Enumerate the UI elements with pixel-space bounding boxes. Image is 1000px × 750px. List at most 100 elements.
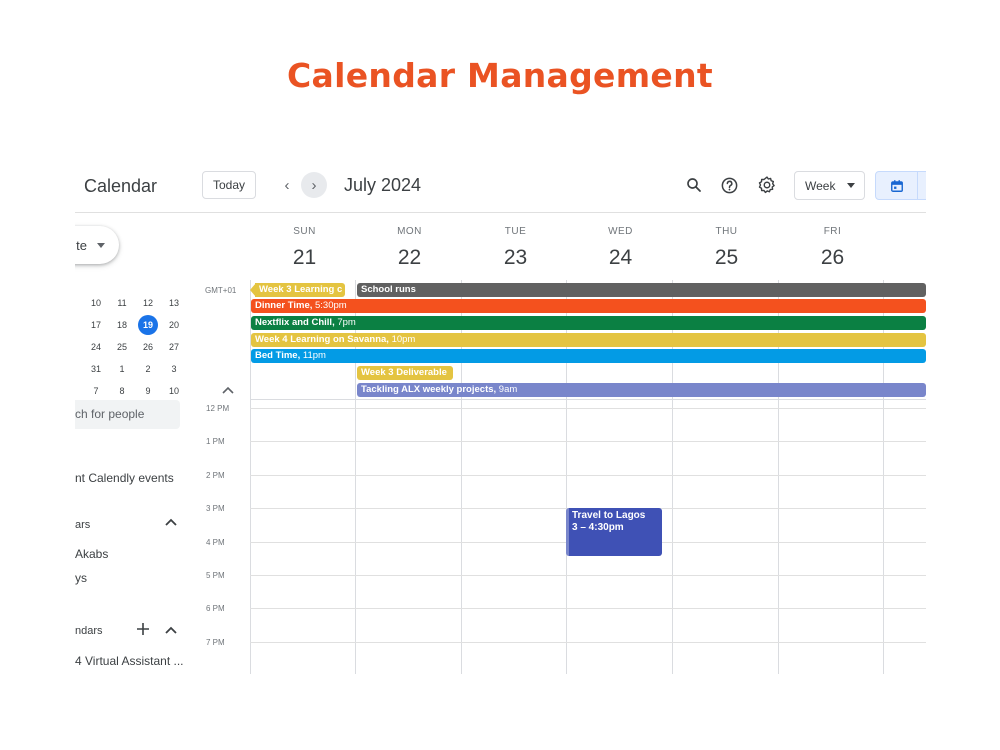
day-date: 21 — [292, 246, 317, 269]
mini-calendar-day[interactable]: 3 — [161, 358, 187, 380]
mini-calendar-day[interactable]: 10 — [83, 292, 109, 314]
event-time: 11pm — [300, 350, 326, 361]
mini-calendar-day[interactable]: 10 — [161, 380, 187, 402]
mini-calendar: 10 11 12 13 17 18 19 20 24 25 26 27 31 1 2 3 7 8 9 10 — [83, 292, 187, 402]
day-name: MON — [397, 226, 422, 237]
mini-calendar-day-number: 11 — [117, 298, 127, 308]
header-divider — [75, 212, 926, 213]
event-title: Week 4 Learning on Savanna, — [255, 334, 389, 345]
day-date: 23 — [503, 246, 528, 269]
calendar-icon — [890, 179, 903, 192]
all-day-event[interactable]: Week 4 Learning on Savanna, 10pm — [251, 333, 926, 347]
hour-label: 5 PM — [206, 571, 225, 580]
day-column-header[interactable]: SUN 21 — [252, 226, 357, 270]
mini-calendar-day-number: 9 — [145, 386, 151, 396]
mini-calendar-day[interactable]: 17 — [83, 314, 109, 336]
mini-calendar-day-number: 7 — [93, 386, 99, 396]
mini-calendar-day[interactable]: 13 — [161, 292, 187, 314]
mini-calendar-day[interactable]: 31 — [83, 358, 109, 380]
mini-calendar-day[interactable]: 20 — [161, 314, 187, 336]
mini-calendar-day[interactable]: 11 — [109, 292, 135, 314]
mini-calendar-day[interactable]: 24 — [83, 336, 109, 358]
all-day-event[interactable]: Tackling ALX weekly projects, 9am — [357, 383, 926, 397]
mini-calendar-day[interactable]: 19 — [135, 314, 161, 336]
event-title: Travel to Lagos — [572, 510, 646, 521]
day-name: WED — [608, 226, 633, 237]
mini-calendar-day[interactable]: 1 — [109, 358, 135, 380]
event-title: Dinner Time, — [255, 300, 313, 311]
mini-calendar-day-number: 31 — [90, 364, 101, 374]
gear-icon — [758, 176, 775, 194]
mini-calendar-day-number: 13 — [168, 298, 179, 308]
day-column-header[interactable]: MON 22 — [357, 226, 462, 270]
mini-calendar-week: 17 18 19 20 — [83, 314, 187, 336]
calendly-events-link[interactable]: nt Calendly events — [75, 471, 174, 485]
view-select-label: Week — [805, 178, 836, 193]
create-button-label: te — [76, 237, 87, 253]
help-button[interactable] — [718, 174, 740, 196]
day-column-header[interactable]: WED 24 — [568, 226, 673, 270]
mini-calendar-day[interactable]: 27 — [161, 336, 187, 358]
all-day-event[interactable]: Week 3 Learning c — [255, 283, 345, 297]
calendar-item[interactable]: ys — [75, 571, 87, 585]
hour-gridline — [250, 441, 926, 442]
calendar-item[interactable]: Akabs — [75, 547, 108, 561]
day-date: 25 — [714, 246, 739, 269]
mini-calendar-day-number: 25 — [116, 342, 127, 352]
calendar-view-button[interactable] — [876, 172, 917, 199]
all-day-event[interactable]: Nextflix and Chill, 7pm — [251, 316, 926, 330]
settings-button[interactable] — [756, 174, 778, 196]
calendar-item[interactable]: 4 Virtual Assistant ... — [75, 654, 184, 668]
mini-calendar-day[interactable]: 25 — [109, 336, 135, 358]
continues-left-icon — [250, 283, 256, 297]
chevron-up-icon[interactable] — [165, 518, 177, 526]
day-column-header[interactable]: FRI 26 — [780, 226, 885, 270]
mini-calendar-day-number: 1 — [119, 364, 125, 374]
chevron-left-icon: ‹ — [284, 176, 290, 194]
mini-calendar-week: 10 11 12 13 — [83, 292, 187, 314]
previous-week-button[interactable]: ‹ — [274, 172, 300, 198]
chevron-up-icon[interactable] — [165, 626, 177, 634]
event-time: 3 – 4:30pm — [572, 522, 624, 533]
mini-calendar-day-number: 24 — [90, 342, 101, 352]
mini-calendar-day[interactable]: 2 — [135, 358, 161, 380]
all-day-event[interactable]: Week 3 Deliverable — [357, 366, 453, 380]
mini-calendar-day[interactable]: 7 — [83, 380, 109, 402]
all-day-divider — [250, 399, 926, 400]
day-date: 24 — [608, 246, 633, 269]
hour-label: 1 PM — [206, 437, 225, 446]
mini-calendar-day[interactable]: 8 — [109, 380, 135, 402]
mini-calendar-day-number: 10 — [168, 386, 179, 396]
mini-calendar-day-number: 18 — [116, 320, 127, 330]
mini-calendar-day-number: 3 — [171, 364, 177, 374]
create-button[interactable]: te — [75, 226, 119, 264]
event-time: 10pm — [388, 334, 416, 345]
day-column-header[interactable]: THU 25 — [674, 226, 779, 270]
mini-calendar-day[interactable]: 9 — [135, 380, 161, 402]
mini-calendar-day[interactable]: 26 — [135, 336, 161, 358]
dropdown-arrow-icon — [847, 183, 856, 188]
other-calendars-heading: ndars — [75, 625, 103, 637]
calendar-screenshot: Calendar Today ‹ › July 2024 Week te 10 … — [75, 160, 926, 674]
all-day-event[interactable]: Dinner Time, 5:30pm — [251, 299, 926, 313]
hour-gridline — [250, 475, 926, 476]
search-button[interactable] — [683, 174, 705, 196]
mini-calendar-day[interactable]: 18 — [109, 314, 135, 336]
today-button[interactable]: Today — [202, 171, 256, 199]
event-time: 7pm — [334, 317, 356, 328]
timed-event[interactable]: Travel to Lagos 3 – 4:30pm — [566, 508, 662, 556]
mini-calendar-day[interactable]: 12 — [135, 292, 161, 314]
hour-label: 3 PM — [206, 504, 225, 513]
hour-label: 12 PM — [206, 404, 230, 413]
chevron-right-icon: › — [311, 176, 317, 194]
search-people-input[interactable]: ch for people — [75, 400, 180, 429]
page-title: Calendar Management — [287, 56, 713, 95]
next-week-button[interactable]: › — [301, 172, 327, 198]
view-select[interactable]: Week — [794, 171, 865, 200]
all-day-event[interactable]: School runs — [357, 283, 926, 297]
day-column-header[interactable]: TUE 23 — [463, 226, 568, 270]
day-name: FRI — [823, 226, 842, 237]
chevron-up-icon[interactable] — [222, 386, 234, 394]
all-day-event[interactable]: Bed Time, 11pm — [251, 349, 926, 363]
plus-icon[interactable] — [137, 623, 149, 635]
